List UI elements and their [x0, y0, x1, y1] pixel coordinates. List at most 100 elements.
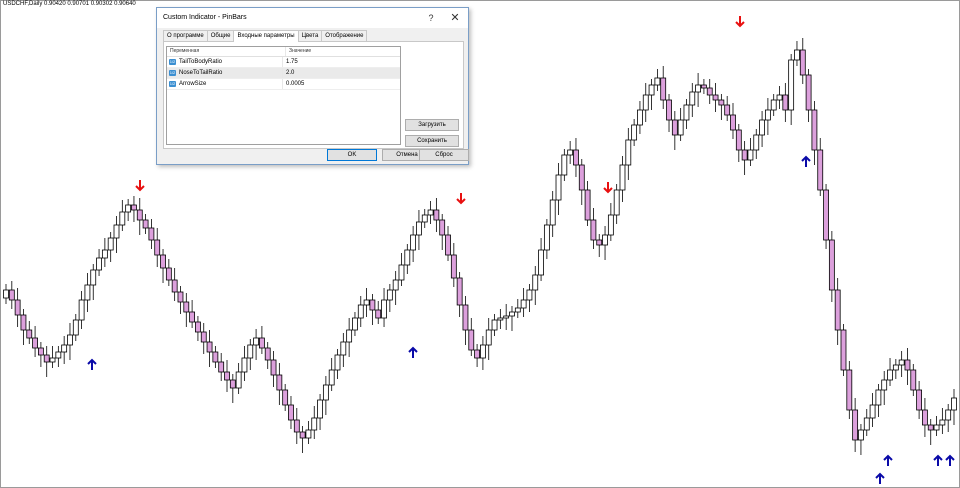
candle-body — [578, 164, 585, 191]
candle-body — [898, 359, 905, 366]
candle-body — [305, 429, 312, 439]
param-row-tail-to-body[interactable]: 1/2 TailToBodyRatio 1.75 — [167, 57, 400, 68]
candle-body — [363, 299, 370, 306]
column-header-value[interactable]: Значение — [285, 47, 399, 56]
candle-body — [881, 379, 888, 391]
candle-body — [410, 234, 417, 251]
candle-body — [671, 119, 678, 136]
candle-body — [764, 109, 771, 121]
grid-header: Переменная Значение — [167, 47, 400, 57]
param-row-arrow-size[interactable]: 1/2 ArrowSize 0.0005 — [167, 79, 400, 90]
candle-body — [346, 329, 353, 343]
candle-body — [375, 309, 382, 319]
candle-body — [497, 317, 504, 321]
candle-body — [817, 149, 824, 191]
save-button[interactable]: Сохранить — [405, 135, 459, 147]
tab-common[interactable]: Общие — [206, 30, 235, 41]
candle-body — [480, 344, 486, 359]
candle-body — [689, 91, 696, 106]
candle-body — [177, 291, 184, 303]
candle-body — [392, 279, 399, 291]
param-value[interactable]: 1.75 — [282, 57, 396, 67]
candle-body — [253, 337, 259, 346]
candle-body — [625, 139, 632, 166]
candle-body — [491, 319, 498, 331]
candle-body — [160, 254, 166, 269]
candle-body — [276, 374, 283, 391]
param-value[interactable]: 2.0 — [282, 68, 396, 78]
column-header-variable[interactable]: Переменная — [167, 47, 285, 56]
close-button[interactable]: ✕ — [444, 8, 466, 28]
candle-body — [520, 299, 527, 309]
candle-body — [543, 224, 550, 251]
candle-body — [322, 384, 329, 401]
load-button[interactable]: Загрузить — [405, 119, 459, 131]
candle-body — [154, 239, 161, 256]
candle-body — [235, 371, 242, 389]
dialog-titlebar[interactable]: Custom Indicator - PinBars ? ✕ — [157, 8, 468, 28]
candle-body — [282, 389, 289, 406]
candle-body — [776, 94, 783, 101]
candle-body — [892, 364, 899, 371]
candle-body — [20, 314, 27, 331]
candle-body — [450, 254, 457, 279]
candle-body — [567, 149, 574, 156]
tab-inputs[interactable]: Входные параметры — [233, 30, 299, 42]
candle-body — [549, 199, 556, 226]
candle-body — [805, 74, 812, 111]
symbol-info-label: USDCHF,Daily 0.90420 0.90701 0.90302 0.9… — [3, 1, 136, 7]
candle-body — [613, 189, 620, 216]
candle-body — [340, 341, 347, 356]
candle-body — [369, 299, 376, 311]
tab-visualization[interactable]: Отображение — [321, 30, 368, 41]
candle-body — [695, 84, 701, 93]
tab-about[interactable]: О программе — [163, 30, 208, 41]
param-row-nose-to-tail[interactable]: 1/2 NoseToTailRatio 2.0 — [167, 68, 400, 79]
candle-body — [573, 149, 579, 166]
candle-body — [125, 204, 132, 213]
candle-body — [770, 99, 777, 111]
candle-body — [834, 289, 841, 331]
reset-button[interactable]: Сброс — [419, 149, 469, 161]
candle-body — [875, 389, 882, 406]
candle-body — [823, 189, 829, 241]
help-button[interactable]: ? — [420, 8, 442, 28]
candle-body — [317, 399, 323, 419]
candle-body — [863, 417, 870, 431]
candle-body — [421, 214, 428, 223]
candle-body — [229, 379, 236, 389]
candle-body — [49, 357, 56, 363]
param-name-cell: 1/2 NoseToTailRatio — [167, 70, 282, 76]
candle-body — [514, 307, 521, 313]
candle-body — [642, 94, 649, 111]
candle-body — [939, 419, 946, 426]
candle-body — [619, 164, 626, 191]
candle-body — [555, 174, 562, 201]
candle-body — [224, 371, 230, 381]
candle-body — [247, 344, 254, 359]
candle-body — [218, 361, 225, 373]
candle-body — [607, 214, 614, 236]
ok-button[interactable]: OK — [327, 149, 377, 161]
custom-indicator-dialog: Custom Indicator - PinBars ? ✕ О програм… — [156, 7, 469, 165]
candle-body — [724, 104, 731, 116]
candle-body — [43, 354, 50, 363]
candle-body — [526, 289, 533, 301]
param-value[interactable]: 0.0005 — [282, 79, 396, 89]
candle-body — [916, 389, 923, 411]
tab-colors[interactable]: Цвета — [297, 30, 323, 41]
candle-body — [433, 209, 440, 221]
candle-body — [189, 311, 196, 323]
candle-body — [474, 349, 480, 359]
candle-body — [933, 424, 940, 431]
candle-body — [468, 329, 475, 351]
candle-body — [735, 129, 742, 151]
double-type-icon: 1/2 — [169, 81, 176, 87]
candle-body — [259, 337, 265, 349]
candle-body — [96, 257, 102, 271]
candle-body — [951, 397, 957, 411]
candle-body — [200, 331, 207, 343]
price-chart[interactable] — [0, 0, 960, 488]
candle-body — [584, 189, 591, 221]
candle-body — [264, 347, 271, 361]
